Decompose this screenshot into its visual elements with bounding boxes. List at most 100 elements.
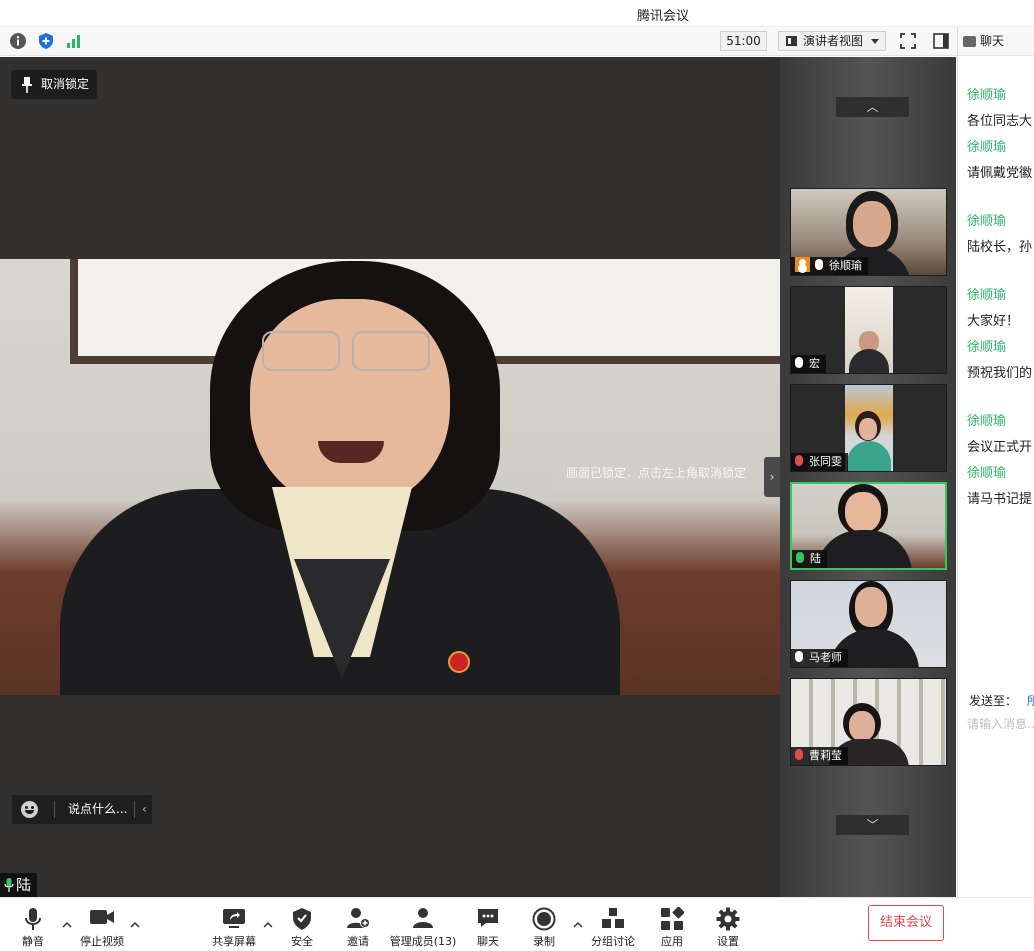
send-to-target[interactable]: 所: [1027, 694, 1034, 708]
info-icon[interactable]: [9, 32, 27, 50]
invite-button[interactable]: 邀请: [338, 898, 378, 951]
record-button[interactable]: 录制: [524, 898, 564, 951]
chat-sender: 徐顺瑜: [967, 288, 1007, 303]
participant-name: 马老师: [809, 651, 842, 664]
chat-message: 预祝我们的: [967, 366, 1033, 381]
divider: [54, 801, 55, 818]
participant-tile[interactable]: 宏: [790, 286, 947, 374]
chat-message: 请马书记提: [967, 492, 1033, 507]
chat-sender: 徐顺瑜: [967, 414, 1007, 429]
participant-tile[interactable]: 徐顺瑜: [790, 188, 947, 276]
participant-label: 曹莉莹: [791, 747, 848, 765]
mic-active-icon: [4, 878, 14, 892]
chat-sender: 徐顺瑜: [967, 340, 1007, 355]
chevron-up-icon[interactable]: [263, 920, 273, 930]
active-speaker-tag: 陆: [0, 873, 37, 897]
apps-label: 应用: [661, 935, 683, 948]
participant-face: [859, 418, 877, 440]
fullscreen-icon[interactable]: [899, 32, 917, 50]
participant-face: [845, 492, 881, 532]
glasses-left: [262, 331, 340, 371]
lock-toast: 画面已锁定，点击左上角取消锁定: [552, 455, 772, 492]
participant-tile[interactable]: 马老师: [790, 580, 947, 668]
participant-thumbnails: ︿ 徐顺瑜 宏 张同雯 陆 马老师 曹莉莹 ﹀: [780, 57, 956, 897]
security-label: 安全: [291, 935, 313, 948]
meeting-timer: 51:00: [720, 31, 767, 51]
share-screen-button[interactable]: 共享屏幕: [208, 898, 260, 951]
chevron-up-icon: ︿: [866, 100, 879, 114]
invite-label: 邀请: [347, 935, 369, 948]
chat-input[interactable]: 请输入消息...: [967, 715, 1034, 732]
mic-muted-icon: [795, 749, 803, 760]
chevron-right-icon: ›: [769, 470, 775, 484]
mic-icon: [795, 651, 803, 662]
chat-button[interactable]: 聊天: [468, 898, 508, 951]
security-button[interactable]: 安全: [282, 898, 322, 951]
end-meeting-button[interactable]: 结束会议: [868, 905, 944, 941]
signal-icon[interactable]: [65, 32, 83, 50]
pin-icon: [22, 77, 32, 93]
top-toolbar: 51:00 演讲者视图: [0, 27, 958, 56]
chat-label: 聊天: [477, 935, 499, 948]
settings-button[interactable]: 设置: [708, 898, 748, 951]
chat-panel: 聊天 徐顺瑜 各位同志大 徐顺瑜 请佩戴党徽 徐顺瑜 陆校长，孙 徐顺瑜 大家好…: [957, 27, 1034, 897]
chat-sender: 徐顺瑜: [967, 88, 1007, 103]
active-speaker-name: 陆: [16, 876, 32, 894]
members-icon: [413, 908, 433, 928]
chat-title: 聊天: [980, 34, 1005, 48]
emoji-icon[interactable]: [21, 801, 38, 818]
participant-name: 曹莉莹: [809, 749, 842, 762]
view-mode-dropdown[interactable]: 演讲者视图: [778, 31, 886, 51]
host-icon: [795, 257, 810, 272]
microphone-icon: [25, 908, 41, 930]
collapse-thumbnails-button[interactable]: ›: [764, 457, 780, 497]
chat-sender: 徐顺瑜: [967, 140, 1007, 155]
mic-muted-icon: [795, 455, 803, 466]
settings-label: 设置: [717, 935, 739, 948]
participant-label: 马老师: [791, 649, 848, 667]
participant-label: 徐顺瑜: [791, 257, 868, 275]
participant-tile-active[interactable]: 陆: [790, 482, 947, 570]
record-label: 录制: [533, 935, 555, 948]
layout-icon: [786, 36, 797, 46]
participant-name: 张同雯: [809, 455, 842, 468]
participant-name: 陆: [810, 552, 821, 565]
bottom-toolbar: 静音 停止视频 共享屏幕 安全 邀请 管理成员(13) 聊天 录制 分组讨论 应…: [0, 897, 1034, 950]
say-something-placeholder[interactable]: 说点什么...: [68, 795, 127, 824]
main-video-stage: 取消锁定 画面已锁定，点击左上角取消锁定 › 说点什么... ‹ 陆: [0, 57, 780, 897]
chevron-up-icon[interactable]: [573, 920, 583, 930]
reaction-input[interactable]: 说点什么... ‹: [12, 795, 152, 824]
chat-sender: 徐顺瑜: [967, 466, 1007, 481]
stop-video-button[interactable]: 停止视频: [74, 898, 130, 951]
unlock-pin-button[interactable]: 取消锁定: [11, 70, 97, 99]
party-badge: [448, 651, 470, 673]
share-screen-icon: [223, 909, 245, 928]
chat-message: 请佩戴党徽: [967, 166, 1033, 181]
shield-icon: [293, 908, 311, 930]
share-screen-label: 共享屏幕: [212, 935, 256, 948]
add-user-icon: [347, 908, 370, 928]
breakout-rooms-button[interactable]: 分组讨论: [586, 898, 640, 951]
send-to-selector[interactable]: 发送至： 所: [969, 692, 1034, 709]
participant-tile[interactable]: 曹莉莹: [790, 678, 947, 766]
chevron-down-icon: ﹀: [866, 818, 879, 832]
chevron-up-icon[interactable]: [130, 920, 140, 930]
chevron-down-icon: [871, 39, 879, 44]
chevron-left-icon[interactable]: ‹: [142, 795, 147, 824]
chevron-up-icon[interactable]: [62, 920, 72, 930]
chat-message: 大家好！: [967, 314, 1020, 329]
scroll-down-button[interactable]: ﹀: [836, 815, 909, 835]
gear-icon: [716, 907, 740, 931]
mute-button[interactable]: 静音: [10, 898, 56, 951]
participant-tile[interactable]: 张同雯: [790, 384, 947, 472]
manage-members-button[interactable]: 管理成员(13): [388, 898, 458, 951]
video-camera-icon: [90, 910, 114, 924]
chat-header: 聊天: [958, 27, 1034, 56]
chat-icon: [963, 36, 976, 47]
chat-sender: 徐顺瑜: [967, 214, 1007, 229]
shield-icon[interactable]: [37, 32, 55, 50]
manage-members-label: 管理成员(13): [389, 935, 457, 948]
apps-button[interactable]: 应用: [652, 898, 692, 951]
scroll-up-button[interactable]: ︿: [836, 97, 909, 117]
sidebar-toggle-icon[interactable]: [932, 32, 950, 50]
